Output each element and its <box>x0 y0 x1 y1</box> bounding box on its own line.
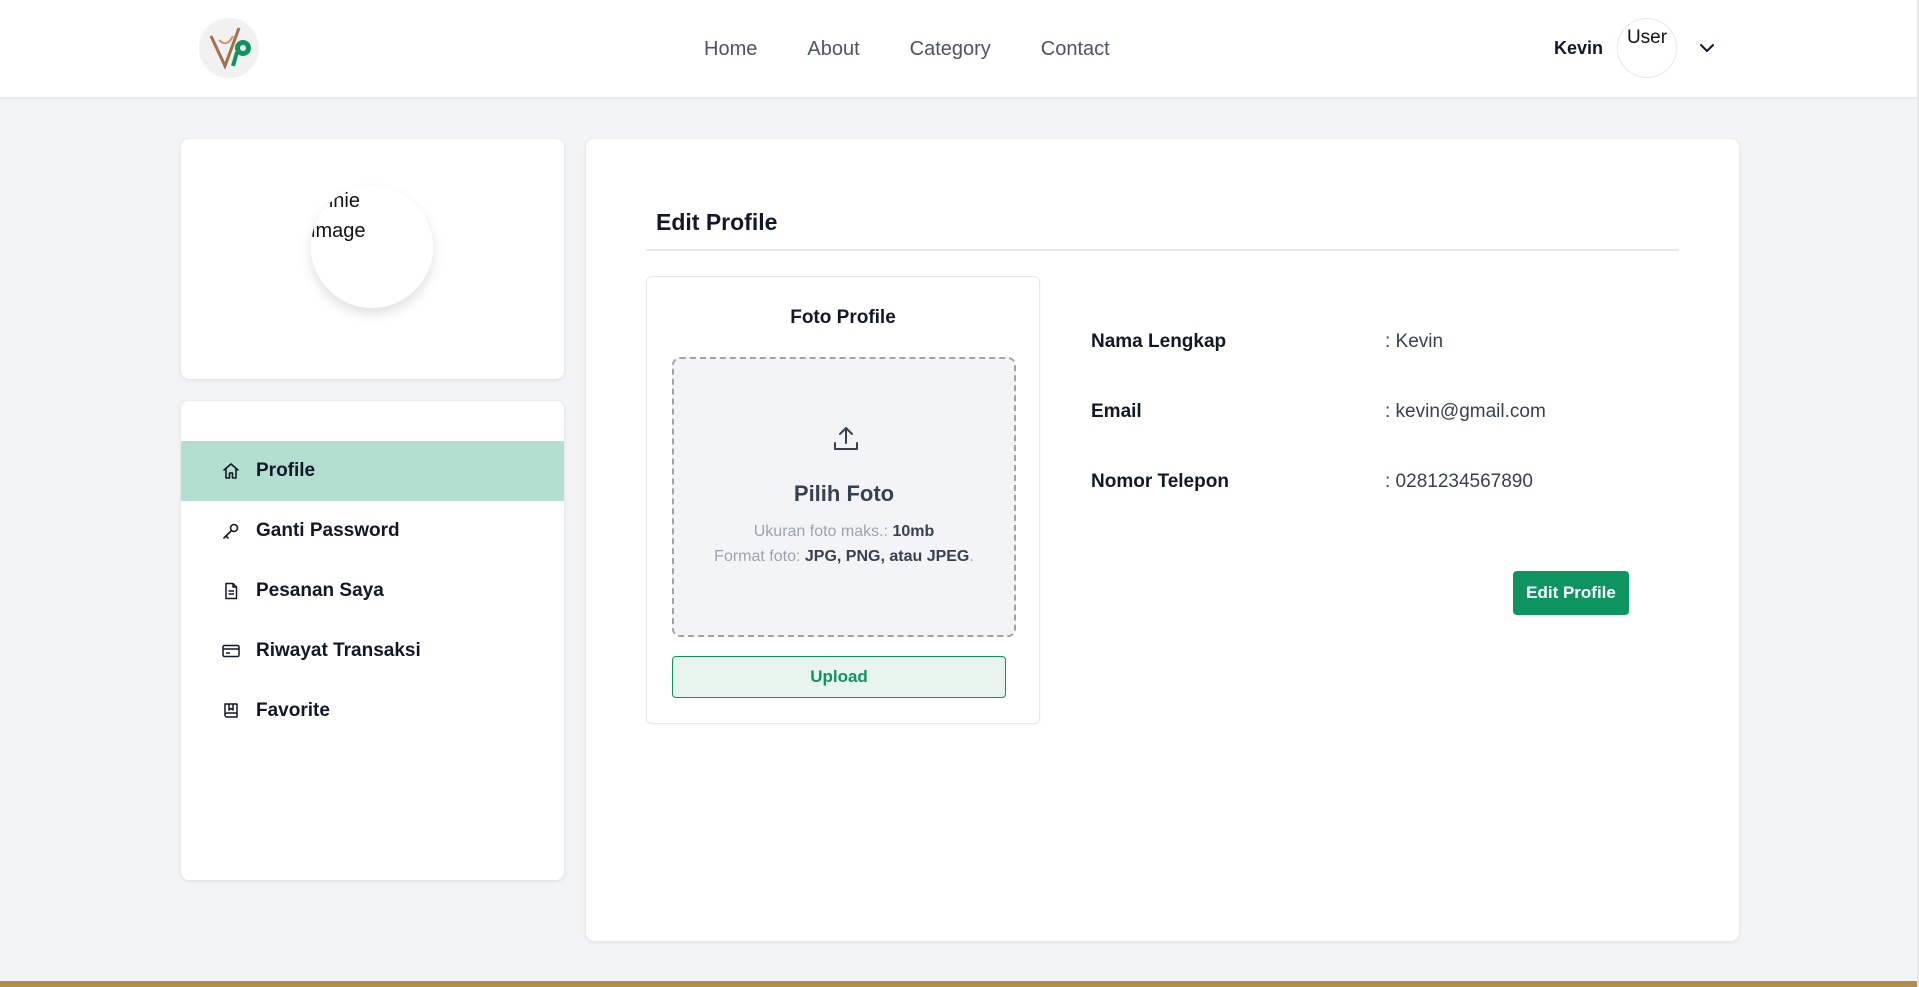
field-label: Email <box>1091 401 1142 422</box>
nav-home-link[interactable]: Home <box>704 38 757 61</box>
sidebar-item-label: Profile <box>256 460 316 481</box>
nav-category-link[interactable]: Category <box>910 38 991 61</box>
page-title: Edit Profile <box>656 209 778 235</box>
sidebar-item-label: Riwayat Transaksi <box>256 640 421 661</box>
bookmark-book-icon <box>224 703 238 718</box>
user-menu[interactable]: Kevin User <box>1554 18 1717 78</box>
edit-profile-panel: Edit Profile Foto Profile Pilih Foto Uku… <box>586 139 1739 941</box>
photo-format-note: Format foto: JPG, PNG, atau JPEG. <box>674 548 1014 566</box>
sidebar-item-profile[interactable]: Profile <box>181 441 564 501</box>
home-icon <box>223 463 239 479</box>
profile-avatar-alt-text: onnie image <box>311 190 366 242</box>
profile-avatar: onnie image <box>311 186 433 308</box>
dropzone-title: Pilih Foto <box>793 481 895 506</box>
upload-icon <box>834 427 858 450</box>
field-value: : Kevin <box>1385 331 1444 352</box>
user-name: Kevin <box>1553 37 1603 58</box>
photo-size-note: Ukuran foto maks.: 10mb <box>674 523 1014 541</box>
page-title-bar: Edit Profile <box>646 209 1679 251</box>
photo-dropzone[interactable]: Pilih Foto Ukuran foto maks.: 10mb Forma… <box>672 357 1016 637</box>
field-value: : 0281234567890 <box>1385 471 1533 492</box>
logo-mark-icon <box>209 27 251 70</box>
document-icon <box>225 582 238 600</box>
upload-button[interactable]: Upload <box>672 656 1006 698</box>
photo-size-value: 10mb <box>892 523 935 540</box>
sidebar-item-riwayat-transaksi[interactable]: Riwayat Transaksi <box>181 621 564 681</box>
credit-card-icon <box>222 644 240 658</box>
nav-contact-link[interactable]: Contact <box>1041 38 1110 61</box>
chevron-down-icon[interactable] <box>1697 38 1717 58</box>
main-nav: Home About Category Contact <box>704 38 1110 61</box>
photo-format-label: Format foto: <box>714 548 805 565</box>
sidebar-item-pesanan-saya[interactable]: Pesanan Saya <box>181 561 564 621</box>
sidebar-item-label: Ganti Password <box>256 520 400 541</box>
photo-upload-card: Foto Profile Pilih Foto Ukuran foto maks… <box>646 276 1040 724</box>
key-icon <box>223 523 239 539</box>
field-value: : kevin@gmail.com <box>1385 401 1546 422</box>
sidebar-item-favorite[interactable]: Favorite <box>181 681 564 741</box>
user-avatar[interactable]: User <box>1617 18 1677 78</box>
footer-accent-bar <box>0 981 1919 987</box>
sidebar-item-label: Favorite <box>256 700 330 721</box>
sidebar-menu: Profile Ganti Password Pesanan Saya Riwa… <box>181 401 564 880</box>
photo-size-label: Ukuran foto maks.: <box>753 523 893 540</box>
photo-format-suffix: . <box>969 548 974 565</box>
nav-about-link[interactable]: About <box>807 38 859 61</box>
field-label: Nama Lengkap <box>1091 331 1227 352</box>
profile-avatar-card: onnie image <box>181 139 564 379</box>
top-navbar: Home About Category Contact Kevin User <box>0 0 1917 98</box>
field-label: Nomor Telepon <box>1091 471 1229 492</box>
sidebar-item-label: Pesanan Saya <box>256 580 384 601</box>
sidebar-item-ganti-password[interactable]: Ganti Password <box>181 501 564 561</box>
brand-logo[interactable] <box>199 18 259 78</box>
photo-card-title: Foto Profile <box>790 307 896 328</box>
edit-profile-button[interactable]: Edit Profile <box>1513 571 1629 615</box>
photo-format-value: JPG, PNG, atau JPEG <box>804 548 970 565</box>
